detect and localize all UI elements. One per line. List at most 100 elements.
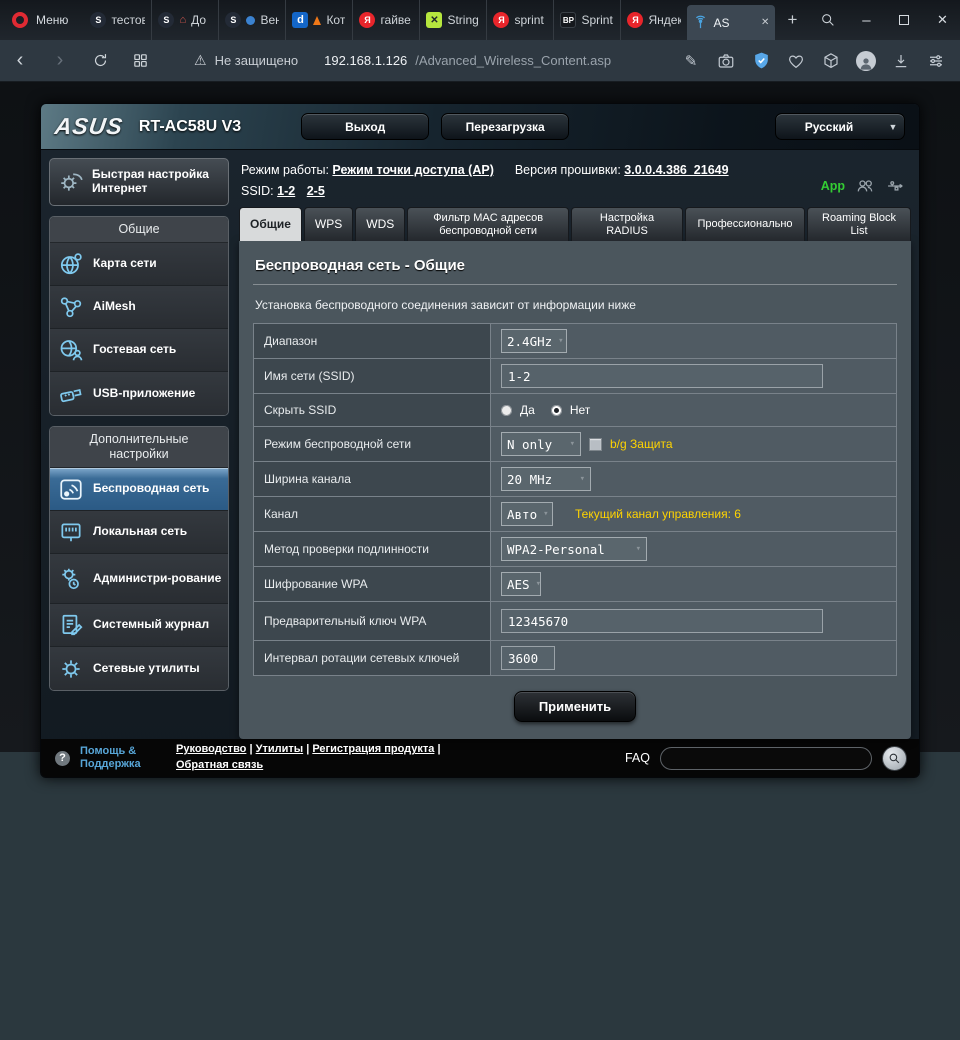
sidebar-item-administration[interactable]: Администри-рование	[50, 554, 228, 604]
sidebar-item-quick-setup[interactable]: Быстрая настройка Интернет	[49, 158, 229, 206]
tab-general[interactable]: Общие	[239, 207, 302, 242]
firmware-link[interactable]: 3.0.0.4.386_21649	[624, 163, 728, 177]
ssid-input[interactable]	[501, 364, 823, 389]
browser-tab-active[interactable]: AS ✕	[687, 5, 776, 40]
url-field[interactable]: ⚠ Не защищено 192.168.1.126/Advanced_Wir…	[194, 52, 611, 69]
new-tab-button[interactable]: +	[775, 0, 809, 40]
security-label[interactable]: Не защищено	[215, 53, 299, 68]
feedback-link[interactable]: Обратная связь	[176, 759, 263, 771]
current-channel-note: Текущий канал управления: 6	[575, 507, 741, 522]
tab-professional[interactable]: Профессионально	[685, 207, 805, 242]
chevron-down-icon: ▾	[543, 509, 549, 520]
app-link[interactable]: App	[821, 176, 845, 197]
sidebar-item-wireless[interactable]: Беспроводная сеть	[50, 468, 228, 511]
tab-wds[interactable]: WDS	[355, 207, 406, 242]
chevron-down-icon: ▾	[579, 474, 585, 485]
sidebar-item-network-map[interactable]: Карта сети	[50, 243, 228, 286]
sidebar-item-usb-application[interactable]: USB-приложение	[50, 372, 228, 415]
maximize-button[interactable]	[885, 0, 923, 40]
camera-icon	[718, 53, 734, 68]
wpa-key-input[interactable]	[501, 609, 823, 634]
product-registration-link[interactable]: Регистрация продукта	[312, 743, 434, 755]
channel-width-select[interactable]: 20 MHz ▾	[501, 467, 591, 492]
content-panel: Беспроводная сеть - Общие Установка бесп…	[239, 241, 911, 740]
browser-tab[interactable]: S Вен	[218, 0, 285, 40]
opera-menu-button[interactable]: Меню	[0, 0, 84, 40]
snapshot-button[interactable]	[712, 47, 740, 75]
browser-tab[interactable]: S тестов	[84, 0, 151, 40]
browser-tab[interactable]: Я Яндек	[620, 0, 687, 40]
band-select[interactable]: 2.4GHz ▾	[501, 329, 567, 354]
browser-tab[interactable]: Я sprint	[486, 0, 553, 40]
blue-dot-icon	[246, 15, 256, 25]
tab-radius[interactable]: Настройка RADIUS	[571, 207, 683, 242]
manual-link[interactable]: Руководство	[176, 743, 246, 755]
channel-select[interactable]: Авто ▾	[501, 502, 553, 527]
globe-pin-icon	[56, 249, 86, 279]
house-icon: ⌂	[179, 14, 187, 26]
firmware-label: Версия прошивки:	[514, 163, 621, 177]
sidebar-item-system-log[interactable]: Системный журнал	[50, 604, 228, 647]
bookmark-button[interactable]	[782, 47, 810, 75]
minimize-button[interactable]: –	[847, 0, 885, 40]
faq-search-input[interactable]	[660, 746, 872, 770]
utilities-link[interactable]: Утилиты	[256, 743, 304, 755]
key-rotation-input[interactable]	[501, 646, 555, 671]
tab-mac-filter[interactable]: Фильтр MAC адресов беспроводной сети	[407, 207, 569, 242]
clients-icon[interactable]	[855, 176, 875, 196]
speed-dial-button[interactable]	[120, 52, 160, 69]
help-icon: ?	[55, 750, 70, 766]
browser-tab[interactable]: S ⌂ До	[151, 0, 218, 40]
edit-page-button[interactable]: ✎	[677, 47, 705, 75]
faq-search-button[interactable]	[882, 745, 907, 771]
wireless-mode-select[interactable]: N only ▾	[501, 432, 581, 457]
browser-tab[interactable]: BP Sprint	[553, 0, 620, 40]
close-window-button[interactable]: ✕	[923, 0, 960, 40]
grid-icon	[133, 54, 147, 67]
url-host: 192.168.1.126	[324, 53, 408, 68]
language-select[interactable]: Русский ▼	[775, 113, 905, 140]
forward-button[interactable]: ›	[40, 49, 80, 72]
ssid-link-1[interactable]: 1-2	[277, 184, 295, 198]
auth-method-select[interactable]: WPA2-Personal ▾	[501, 537, 647, 562]
table-row: Метод проверки подлинности WPA2-Personal…	[254, 532, 896, 568]
ssid-link-2[interactable]: 2-5	[307, 184, 325, 198]
help-support-label[interactable]: Помощь & Поддержка	[80, 745, 166, 773]
tabs-strip: S тестов S ⌂ До S Вен d Кот Я гайве ✕ St…	[84, 0, 809, 40]
apply-button[interactable]: Применить	[513, 691, 637, 723]
profile-button[interactable]	[852, 47, 880, 75]
hide-ssid-no-radio[interactable]	[550, 404, 562, 416]
browser-tab-bar: Меню S тестов S ⌂ До S Вен d Кот Я гайве…	[0, 0, 960, 40]
mode-link[interactable]: Режим точки доступа (AP)	[332, 163, 493, 177]
bg-protection-checkbox[interactable]	[589, 437, 602, 451]
easy-setup-button[interactable]	[922, 47, 950, 75]
extensions-button[interactable]	[817, 47, 845, 75]
yandex-favicon: Я	[627, 12, 644, 28]
tab-wps[interactable]: WPS	[303, 207, 354, 242]
tab-roaming-block[interactable]: Roaming Block List	[807, 207, 911, 242]
yandex-favicon: Я	[493, 12, 510, 28]
wpa-encryption-select[interactable]: AES ▾	[501, 572, 541, 597]
hide-ssid-yes-radio[interactable]	[501, 404, 512, 416]
router-admin-panel: ASUS RT-AC58U V3 Выход Перезагрузка Русс…	[40, 103, 920, 779]
browser-tab[interactable]: ✕ String	[419, 0, 486, 40]
usb-icon[interactable]	[885, 176, 907, 196]
sidebar-item-aimesh[interactable]: AiMesh	[50, 286, 228, 329]
address-bar: ‹ › ⚠ Не защищено 192.168.1.126/Advanced…	[0, 40, 960, 82]
reload-button[interactable]	[80, 52, 120, 69]
reboot-button[interactable]: Перезагрузка	[441, 113, 570, 140]
sidebar-item-network-tools[interactable]: Сетевые утилиты	[50, 647, 228, 690]
router-model: RT-AC58U V3	[138, 117, 242, 135]
sidebar-item-lan[interactable]: Локальная сеть	[50, 511, 228, 554]
downloads-button[interactable]	[887, 47, 915, 75]
browser-tab[interactable]: d Кот	[285, 0, 352, 40]
back-button[interactable]: ‹	[0, 49, 40, 72]
logout-button[interactable]: Выход	[301, 113, 430, 140]
adblock-badge[interactable]	[747, 47, 775, 75]
close-tab-icon[interactable]: ✕	[761, 17, 769, 28]
site-favicon: d	[292, 12, 309, 28]
browser-tab[interactable]: Я гайве	[352, 0, 419, 40]
sidebar-item-guest-network[interactable]: Гостевая сеть	[50, 329, 228, 372]
field-label: Метод проверки подлинности	[254, 532, 491, 567]
tab-search-button[interactable]	[809, 0, 847, 40]
